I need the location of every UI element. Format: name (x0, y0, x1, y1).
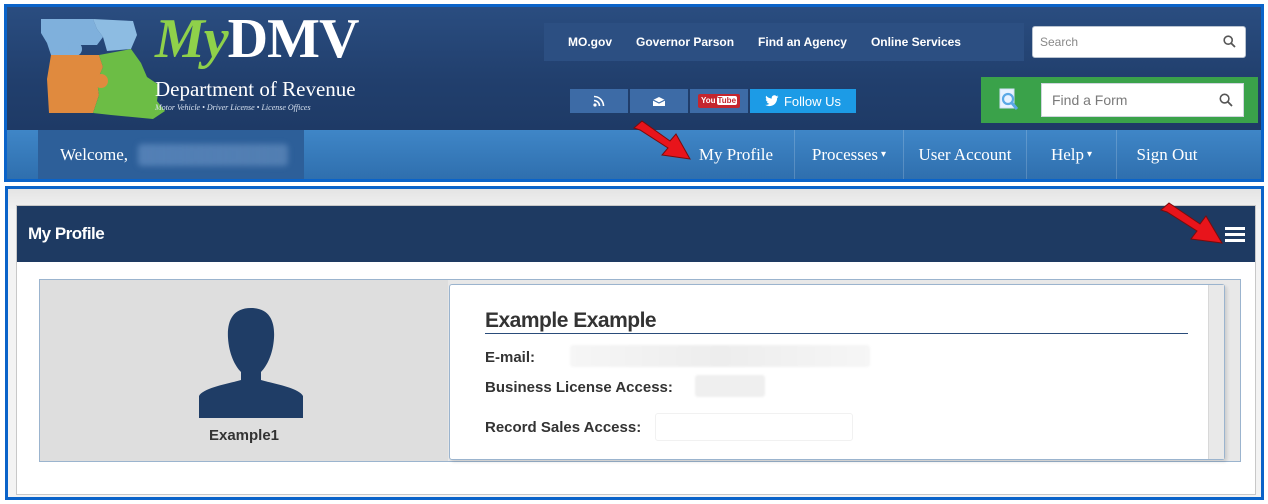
nav-help-label: Help (1050, 144, 1084, 164)
brand-subtitle: Motor Vehicle • Driver License • License… (155, 103, 311, 112)
rss-icon (593, 95, 605, 107)
business-license-label: Business License Access: (485, 379, 673, 396)
email-button[interactable] (630, 89, 688, 113)
full-name: Example Example (485, 309, 657, 332)
record-sales-label: Record Sales Access: (485, 419, 642, 436)
search-icon[interactable] (1223, 35, 1236, 48)
brand-dmv: DMV (227, 8, 360, 70)
main-nav: Welcome, My Profile Processes ▾ User Acco… (7, 130, 1261, 179)
profile-card: Example1 Example Example E-mail: Busines… (39, 279, 1241, 462)
rss-button[interactable] (570, 89, 628, 113)
search-icon[interactable] (1219, 93, 1233, 107)
find-form-input[interactable] (1042, 84, 1202, 116)
find-form-box (981, 77, 1258, 123)
youtube-text-b: Tube (716, 96, 738, 105)
site-header: MyDMV Department of Revenue Motor Vehicl… (7, 7, 1261, 130)
profile-screenshot: My Profile Example1 Example Example E-ma… (5, 186, 1264, 500)
nav-processes[interactable]: Processes ▾ (794, 130, 903, 179)
redacted-username (138, 143, 289, 166)
youtube-icon: You Tube (697, 94, 741, 108)
nav-my-profile[interactable]: My Profile (678, 130, 794, 179)
business-license-value-redacted (695, 375, 765, 397)
find-form-field (1041, 83, 1244, 117)
record-sales-value-redacted (655, 413, 853, 441)
mydmv-logo[interactable]: MyDMV Department of Revenue Motor Vehicl… (29, 8, 409, 125)
hamburger-menu-icon[interactable] (1225, 227, 1245, 244)
welcome-label: Welcome, (60, 144, 129, 164)
site-search (1032, 26, 1246, 58)
nav-user-account-label: User Account (918, 144, 1012, 164)
form-search-icon[interactable] (987, 84, 1031, 116)
link-online-services[interactable]: Online Services (871, 35, 961, 49)
email-label: E-mail: (485, 349, 536, 366)
follow-us-label: Follow Us (783, 93, 842, 109)
follow-us-button[interactable]: Follow Us (750, 89, 856, 113)
nav-my-profile-label: My Profile (698, 144, 774, 164)
nav-sign-out-label: Sign Out (1136, 144, 1198, 164)
twitter-icon (765, 95, 779, 107)
profile-panel-header: My Profile (17, 206, 1255, 262)
social-bar: You Tube Follow Us (570, 89, 856, 113)
nav-items: My Profile Processes ▾ User Account Help ▾… (678, 130, 1217, 179)
caret-down-icon: ▾ (881, 149, 887, 160)
nav-sign-out[interactable]: Sign Out (1116, 130, 1217, 179)
search-input[interactable] (1033, 27, 1213, 57)
youtube-button[interactable]: You Tube (690, 89, 748, 113)
top-links-bar: MO.gov Governor Parson Find an Agency On… (544, 23, 1024, 61)
site-header-screenshot: MyDMV Department of Revenue Motor Vehicl… (4, 4, 1264, 182)
brand-my: My (155, 8, 229, 70)
welcome-box: Welcome, (38, 130, 304, 179)
nav-help[interactable]: Help ▾ (1026, 130, 1116, 179)
envelope-icon (652, 96, 666, 106)
department-name: Department of Revenue (155, 77, 356, 101)
username: Example1 (208, 427, 280, 444)
missouri-puzzle-map-icon (41, 19, 165, 119)
nav-user-account[interactable]: User Account (903, 130, 1026, 179)
link-governor[interactable]: Governor Parson (636, 35, 734, 49)
scrollbar[interactable] (1208, 285, 1224, 459)
profile-panel: My Profile Example1 Example Example E-ma… (16, 205, 1256, 495)
brand-title: MyDMV (155, 7, 360, 71)
link-find-agency[interactable]: Find an Agency (758, 35, 847, 49)
youtube-text-a: You (700, 96, 716, 105)
profile-info: Example Example E-mail: Business License… (449, 284, 1225, 460)
link-mo-gov[interactable]: MO.gov (568, 35, 612, 49)
name-divider (485, 333, 1188, 334)
caret-down-icon: ▾ (1087, 149, 1093, 160)
nav-processes-label: Processes (811, 144, 879, 164)
avatar-column: Example1 (40, 280, 448, 461)
panel-title: My Profile (28, 224, 105, 243)
email-value-redacted (570, 345, 870, 367)
user-silhouette-icon (199, 308, 303, 418)
